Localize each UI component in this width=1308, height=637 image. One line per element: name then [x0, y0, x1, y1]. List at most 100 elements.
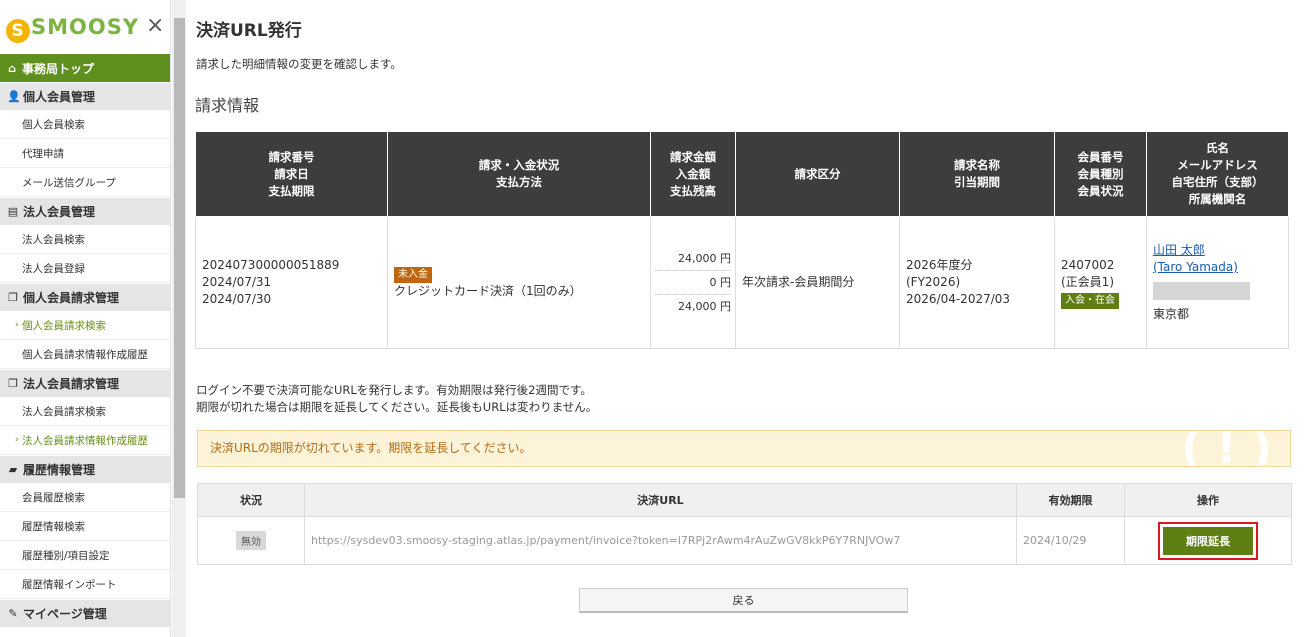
status-cell: 未入金 クレジットカード決済（1回のみ）	[387, 216, 651, 349]
invoice-header-4: 請求名称 引当期間	[899, 131, 1055, 217]
sidebar-item[interactable]: 法人会員請求検索	[0, 397, 170, 426]
sidebar-item[interactable]: › 個人会員請求検索	[0, 311, 170, 340]
header-line: 請求区分	[794, 166, 841, 181]
header-line: 会員番号	[1077, 149, 1124, 164]
sidebar-section-5[interactable]: ✎ マイページ管理	[0, 599, 170, 627]
sidebar-item[interactable]: 代理申請	[0, 139, 170, 168]
sidebar: S SMOOSY × ⌂ 事務局トップ 👤 個人会員管理個人会員検索 代理申請メール送…	[0, 0, 171, 637]
header-expiry: 有効期限	[1016, 483, 1125, 517]
sidebar-item-office-top[interactable]: ⌂ 事務局トップ	[0, 54, 170, 82]
pin-icon: ✎	[8, 607, 18, 620]
status-badge: 未入金	[394, 267, 432, 283]
sidebar-section-2[interactable]: ❐ 個人会員請求管理	[0, 283, 170, 311]
header-line: 自宅住所（支部）	[1171, 175, 1264, 189]
member-name-en-link[interactable]: (Taro Yamada)	[1153, 260, 1238, 274]
chevron-right-icon: ›	[15, 435, 19, 445]
sidebar-item[interactable]: 個人会員検索	[0, 110, 170, 139]
sidebar-section-label: 履歴情報管理	[23, 463, 96, 477]
sidebar-item-label: 個人会員検索	[22, 118, 85, 131]
sidebar-section-1[interactable]: ▤ 法人会員管理	[0, 197, 170, 225]
invoice-number: 202407300000051889	[202, 258, 340, 272]
sidebar-item-label: 法人会員請求検索	[22, 405, 106, 418]
logo-text: SMOOSY	[31, 15, 140, 39]
smoosy-logo[interactable]: S SMOOSY	[6, 15, 139, 43]
back-button[interactable]: 戻る	[579, 588, 908, 613]
sidebar-item[interactable]: 履歴情報インポート	[0, 570, 170, 599]
header-line: 請求番号	[268, 149, 315, 164]
invoice-name-cell: 2026年度分 (FY2026) 2026/04-2027/03	[899, 216, 1055, 349]
header-line: 請求名称	[954, 158, 1000, 172]
extend-highlight: 期限延長	[1158, 521, 1258, 560]
sidebar-section-3[interactable]: ❐ 法人会員請求管理	[0, 369, 170, 397]
header-line: 請求・入金状況	[478, 158, 560, 172]
sidebar-item-label: 法人会員登録	[22, 262, 85, 275]
header-line: 氏名	[1206, 141, 1229, 155]
invoice-id-cell: 202407300000051889 2024/07/31 2024/07/30	[195, 216, 388, 349]
member-name-link[interactable]: 山田 太郎	[1153, 243, 1205, 257]
invoice-header-6: 氏名 メールアドレス 自宅住所（支部） 所属機関名	[1146, 131, 1289, 217]
sidebar-section-label: 個人会員管理	[23, 90, 96, 104]
redacted-email	[1153, 282, 1250, 300]
sidebar-item-label: 法人会員請求情報作成履歴	[22, 434, 148, 447]
invoice-header-2: 請求金額 入金額 支払残高	[650, 131, 736, 217]
header-url: 決済URL	[304, 483, 1017, 517]
page-subtitle: 請求した明細情報の変更を確認します。	[196, 57, 402, 71]
invoice-header-3: 請求区分	[735, 131, 900, 217]
table-row: 無効 https://sysdev03.smoosy-staging.atlas…	[197, 516, 1292, 565]
invoice-fy: (FY2026)	[906, 275, 961, 289]
sidebar-section-4[interactable]: ▰ 履歴情報管理	[0, 455, 170, 483]
action-cell: 期限延長	[1124, 516, 1292, 565]
sidebar-item[interactable]: 法人会員検索	[0, 225, 170, 254]
note-line-2: 期限が切れた場合は期限を延長してください。延長後もURLは変わりません。	[196, 400, 598, 414]
payment-url-table: 状況 決済URL 有効期限 操作 無効 https://sysdev03.smo…	[197, 483, 1292, 565]
sidebar-section-0[interactable]: 👤 個人会員管理	[0, 82, 170, 110]
copy-icon: ❐	[8, 377, 18, 390]
sidebar-item-label: 個人会員請求検索	[22, 319, 106, 332]
extend-expiry-button[interactable]: 期限延長	[1163, 526, 1253, 555]
note-line-1: ログイン不要で決済可能なURLを発行します。有効期限は発行後2週間です。	[196, 383, 592, 397]
sidebar-nav: 👤 個人会員管理 個人会員検索 代理申請 メール送信グループ ▤ 法人会員管理 法人会員検索法…	[0, 82, 170, 627]
amount-cell: 24,000 円 0 円 24,000 円	[650, 216, 736, 349]
sidebar-item[interactable]: 履歴種別/項目設定	[0, 541, 170, 570]
section-title: 請求情報	[195, 96, 260, 115]
close-icon[interactable]: ×	[146, 14, 164, 38]
allocation-period: 2026/04-2027/03	[906, 292, 1011, 306]
logo-bar: S SMOOSY ×	[0, 0, 170, 54]
sidebar-item[interactable]: 会員履歴検索	[0, 483, 170, 512]
sidebar-item[interactable]: メール送信グループ	[0, 168, 170, 197]
url-header-row: 状況 決済URL 有効期限 操作	[197, 483, 1292, 517]
sidebar-item[interactable]: 法人会員登録	[0, 254, 170, 283]
header-line: 所属機関名	[1188, 192, 1247, 206]
sidebar-section-label: 法人会員請求管理	[23, 377, 120, 391]
copy-icon: ❐	[8, 291, 18, 304]
payment-method: クレジットカード決済（1回のみ）	[394, 284, 582, 298]
sidebar-item-label: メール送信グループ	[22, 176, 116, 189]
chevron-right-icon: ›	[15, 320, 19, 330]
payment-url: https://sysdev03.smoosy-staging.atlas.jp…	[304, 516, 1017, 565]
member-status-badge: 入会・在会	[1061, 292, 1119, 309]
invoice-header-0: 請求番号 請求日 支払期限	[195, 131, 388, 217]
sidebar-item-label: 代理申請	[22, 147, 64, 160]
header-line: 支払方法	[496, 175, 542, 189]
sidebar-item-label: 個人会員請求情報作成履歴	[22, 348, 148, 361]
scrollbar-thumb[interactable]	[174, 18, 185, 498]
exclamation-icon: ( ! )	[1181, 430, 1272, 467]
header-line: 請求日	[274, 166, 309, 181]
sidebar-item-label: 法人会員検索	[22, 233, 85, 246]
invoice-date: 2024/07/31	[202, 275, 272, 289]
amount-paid: 0 円	[655, 271, 731, 295]
sidebar-item[interactable]: › 法人会員請求情報作成履歴	[0, 426, 170, 455]
sidebar-item-label: 履歴種別/項目設定	[22, 549, 110, 562]
category-cell: 年次請求-会員期間分	[735, 216, 900, 349]
building-icon: ▤	[7, 205, 19, 218]
invoice-header-5: 会員番号 会員種別 会員状況	[1054, 131, 1147, 217]
header-line: 引当期間	[954, 175, 1000, 189]
invalid-badge: 無効	[236, 531, 266, 550]
member-type: (正会員1)	[1061, 274, 1114, 289]
invoice-table: 請求番号 請求日 支払期限 請求・入金状況 支払方法 請求金額 入金額 支払残高 請求区分 請求名…	[195, 131, 1289, 349]
sidebar-item[interactable]: 履歴情報検索	[0, 512, 170, 541]
home-icon: ⌂	[8, 61, 16, 75]
sidebar-item[interactable]: 個人会員請求情報作成履歴	[0, 340, 170, 369]
header-status: 状況	[197, 483, 305, 517]
invoice-name: 2026年度分	[906, 258, 973, 272]
